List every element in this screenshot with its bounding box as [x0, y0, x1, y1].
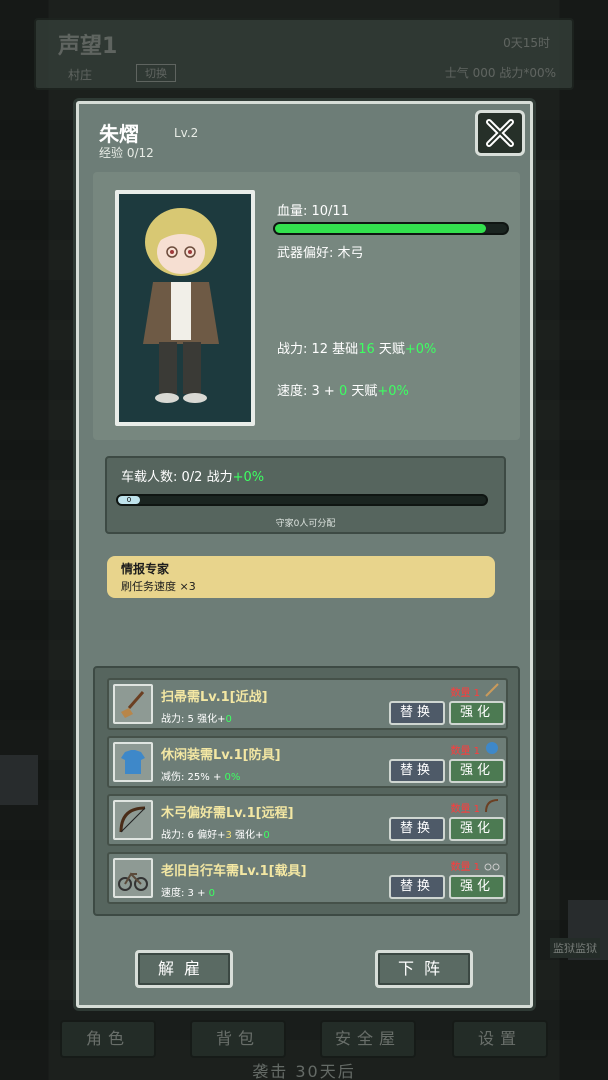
equipment-stat-text: 速度: 3 +: [161, 888, 209, 899]
talent-name: 情报专家: [121, 562, 170, 576]
bow-small-icon: [485, 799, 499, 813]
equipment-row-melee: 扫帚需Lv.1[近战] 战力: 5 强化+0 数量 1 替换 强化: [107, 678, 508, 730]
bicycle-icon: [113, 858, 153, 898]
equipment-name: 休闲装需Lv.1[防具]: [161, 748, 281, 763]
replace-button[interactable]: 替换: [389, 759, 445, 783]
cargo-title-text: 车载人数: 0/2 战力: [121, 470, 233, 485]
equipment-count: 数量 1: [450, 746, 480, 757]
character-exp: 经验 0/12: [99, 146, 154, 160]
bicycle-small-icon: [484, 863, 500, 871]
equipment-stat-text: 战力: 6 偏好+: [161, 830, 226, 841]
equipment-stat-extra-bonus: 0: [263, 830, 270, 841]
equipment-stat-bonus: 0: [225, 714, 232, 725]
hp-label: 血量: 10/11: [277, 204, 349, 219]
equipment-name: 老旧自行车需Lv.1[载具]: [161, 864, 307, 879]
dismiss-button[interactable]: 解雇: [135, 950, 233, 988]
equipment-panel: 扫帚需Lv.1[近战] 战力: 5 强化+0 数量 1 替换 强化 休闲装需Lv…: [93, 666, 520, 916]
equipment-stat: 战力: 6 偏好+3 强化+0: [161, 826, 270, 841]
equipment-stat: 速度: 3 + 0: [161, 884, 215, 899]
close-button[interactable]: [475, 110, 525, 156]
character-modal: 朱熠 Lv.2 经验 0/12 血量: 10/11 武器偏好: 木弓 战力: 1…: [76, 101, 533, 1008]
equipment-stat-text: 战力: 5 强化+: [161, 714, 226, 725]
equipment-count: 数量 1: [450, 862, 480, 873]
hp-bar: [273, 222, 509, 235]
clothes-icon: [113, 742, 153, 782]
broom-icon: [113, 684, 153, 724]
cargo-title: 车载人数: 0/2 战力+0%: [121, 466, 264, 485]
character-portrait: [115, 190, 255, 426]
character-level: Lv.2: [174, 126, 199, 140]
character-portrait-image: [119, 194, 251, 422]
replace-button[interactable]: 替换: [389, 701, 445, 725]
equipment-stat: 减伤: 25% + 0%: [161, 768, 240, 783]
speed-bonus: 0: [338, 384, 348, 399]
upgrade-button[interactable]: 强化: [449, 759, 505, 783]
equipment-stat-text: 减伤: 25% +: [161, 772, 225, 783]
weapon-preference: 武器偏好: 木弓: [277, 246, 364, 261]
equipment-row-armor: 休闲装需Lv.1[防具] 减伤: 25% + 0% 数量 1 替换 强化: [107, 736, 508, 788]
talent-description: 刷任务速度 ×3: [121, 580, 196, 593]
cargo-bar-fill: 0: [118, 496, 140, 504]
equipment-stat-extra: 强化+: [231, 830, 264, 841]
equipment-count: 数量 1: [450, 688, 480, 699]
cargo-power-value: +0%: [232, 470, 265, 485]
upgrade-button[interactable]: 强化: [449, 875, 505, 899]
equipment-stat-bonus: 0%: [224, 772, 241, 783]
clothes-small-icon: [486, 742, 498, 754]
equipment-name: 扫帚需Lv.1[近战]: [161, 690, 268, 705]
upgrade-button[interactable]: 强化: [449, 817, 505, 841]
equipment-row-ranged: 木弓偏好需Lv.1[远程] 战力: 6 偏好+3 强化+0 数量 1 替换 强化: [107, 794, 508, 846]
power-talent-value: +0%: [404, 342, 437, 357]
hp-bar-fill: [275, 224, 487, 233]
speed-talent-value: +0%: [377, 384, 409, 399]
speed-line: 速度: 3 + 0 天赋+0%: [277, 380, 409, 399]
vehicle-cargo-panel: 车载人数: 0/2 战力+0% 0 守家0人可分配: [105, 456, 506, 534]
talent-card: 情报专家 刷任务速度 ×3: [107, 556, 495, 598]
power-line: 战力: 12 基础16 天赋+0%: [277, 338, 436, 357]
upgrade-button[interactable]: 强化: [449, 701, 505, 725]
close-icon: [486, 119, 514, 147]
replace-button[interactable]: 替换: [389, 875, 445, 899]
cargo-bar: 0: [116, 494, 488, 506]
deploy-button[interactable]: 下阵: [375, 950, 473, 988]
replace-button[interactable]: 替换: [389, 817, 445, 841]
equipment-row-vehicle: 老旧自行车需Lv.1[载具] 速度: 3 + 0 数量 1 替换 强化: [107, 852, 508, 904]
equipment-name: 木弓偏好需Lv.1[远程]: [161, 806, 294, 821]
character-name: 朱熠: [99, 122, 139, 146]
speed-talent-label: 天赋: [351, 384, 378, 399]
power-talent-label: 天赋: [378, 342, 405, 357]
bow-icon: [113, 800, 153, 840]
speed-prefix: 速度: 3 +: [277, 384, 335, 399]
equipment-stat: 战力: 5 强化+0: [161, 710, 232, 725]
character-info-panel: 血量: 10/11 武器偏好: 木弓 战力: 12 基础16 天赋+0% 速度:…: [93, 172, 520, 440]
power-base: 16: [358, 342, 375, 357]
cargo-hint: 守家0人可分配: [275, 519, 336, 529]
equipment-count: 数量 1: [450, 804, 480, 815]
power-prefix: 战力: 12 基础: [277, 342, 359, 357]
equipment-stat-bonus: 0: [208, 888, 216, 899]
broom-small-icon: [485, 683, 499, 697]
